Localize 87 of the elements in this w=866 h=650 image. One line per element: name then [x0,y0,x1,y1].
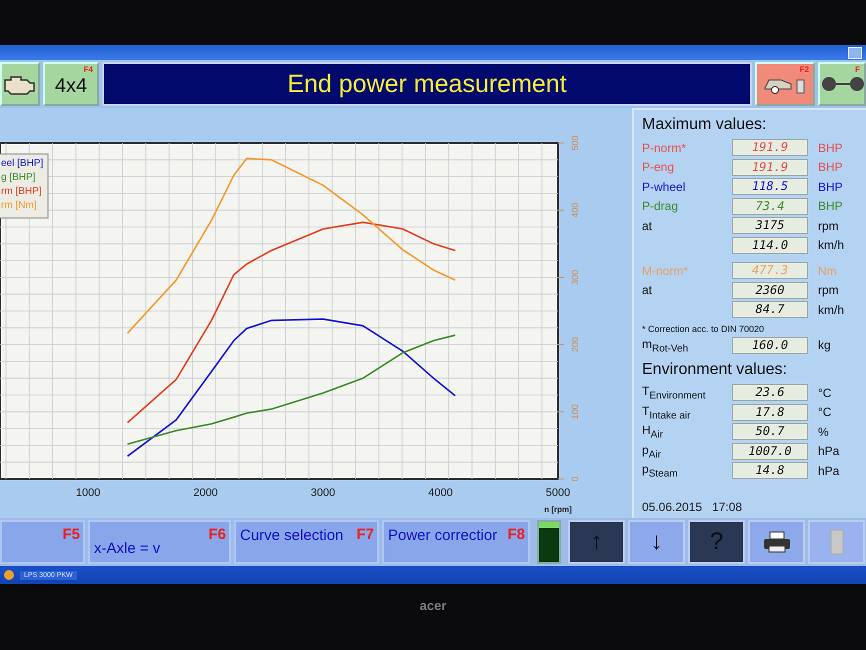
x-tick-label: 1000 [76,487,100,499]
value-label: T$_{Intake air}$ [642,404,692,421]
y-tick-label: 200 [570,337,580,352]
section-heading: Maximum values: [642,116,768,134]
printer-icon [762,530,792,554]
value-label: m$_{Rot-Veh}$ [642,336,690,354]
function-button[interactable]: Power correctior F8 [382,520,530,564]
engine-button[interactable] [0,62,40,106]
unit-label: BHP [818,180,843,194]
value-display: 118.5 [732,178,808,196]
function-key-label: F7 [356,526,374,543]
function-button[interactable]: Curve selection F7 [234,520,379,564]
value-display: 17.8 [732,404,808,421]
status-indicator [537,520,561,564]
value-label: p$_{Air}$ [642,442,662,460]
legend-label: rm [Nm] [1,200,37,211]
unit-label: BHP [818,140,843,155]
value-label: P-drag [642,199,680,214]
tool-button[interactable]: ↓ [628,520,685,564]
unit-label: km/h [818,302,844,317]
unit-label: Nm [818,264,837,278]
unit-label: % [818,424,829,439]
x-tick-label: 3000 [310,487,336,499]
value-label: at [642,218,654,233]
unit-label: rpm [818,218,839,233]
legend-label: rm [BHP] [1,186,42,197]
value-label: P-eng [642,160,676,174]
start-icon[interactable] [4,570,14,580]
footnote: * Correction acc. to DIN 70020 [642,324,766,334]
print-button[interactable] [748,520,805,564]
y-tick-label: 0 [570,476,580,482]
value-label: M-norm* [642,264,690,278]
value-display: 3175 [732,217,808,234]
legend-label: g [BHP] [1,172,36,183]
monitor-brand-text: acer [420,598,446,614]
legend-label: eel [BHP] [1,158,44,169]
window-button[interactable] [848,46,862,58]
value-display: 84.7 [732,301,808,318]
value-label: P-norm* [642,140,688,155]
date-text: 05.06.2015 [642,500,702,514]
value-display: 191.9 [732,158,808,176]
value-display: 114.0 [732,236,808,254]
y-tick-label: 400 [570,202,580,218]
y-tick-label: 300 [570,270,580,285]
value-display: 50.7 [732,423,808,440]
unit-label: hPa [818,444,840,458]
y-tick-label: 500 [570,135,580,151]
value-display: 73.4 [732,198,808,215]
unit-label: km/h [818,238,844,252]
y-tick-label: 100 [570,404,580,420]
legend-box [0,154,48,218]
value-display: 23.6 [732,384,808,402]
x-tick-label: 5000 [546,487,570,499]
value-display: 1007.0 [732,442,808,460]
dumbbell-icon [820,74,864,94]
value-display: 2360 [732,282,808,299]
roller-button[interactable]: F [818,62,866,106]
value-label: T$_{Environment}$ [642,384,706,402]
value-label: P-wheel [642,180,686,194]
x-tick-label: 2000 [193,487,218,499]
unit-label: BHP [818,160,843,174]
screen-title: End power measurement [102,62,752,106]
value-display: 191.9 [732,139,808,156]
unit-label: hPa [818,464,840,478]
time-text: 17:08 [712,500,742,514]
unit-label: rpm [818,283,839,298]
function-button[interactable]: x-Axle = v F6 [88,520,231,564]
function-key-label: F5 [62,526,80,543]
four-by-four-button[interactable]: F4 4x4 [43,62,99,106]
function-key-label: F4 [84,65,93,74]
function-key-label: F6 [208,526,226,543]
value-label: at [642,283,654,298]
function-key-label: F [855,65,860,74]
value-display: 14.8 [732,462,808,480]
unit-label: kg [818,338,831,352]
unit-label: BHP [818,199,843,214]
unit-label: °C [818,405,832,420]
unit-label: °C [818,386,832,400]
x-tick-label: 4000 [428,487,453,499]
function-key-label: F8 [507,526,525,543]
function-key-label: F2 [800,65,809,74]
value-label: H$_{Air}$ [642,423,664,440]
section-heading: Environment values: [642,361,788,379]
x-axis-label: n [rpm] [544,505,572,514]
value-display: 477.3 [732,262,808,280]
value-display: 160.0 [732,336,808,354]
value-label: p$_{Steam}$ [642,462,679,480]
